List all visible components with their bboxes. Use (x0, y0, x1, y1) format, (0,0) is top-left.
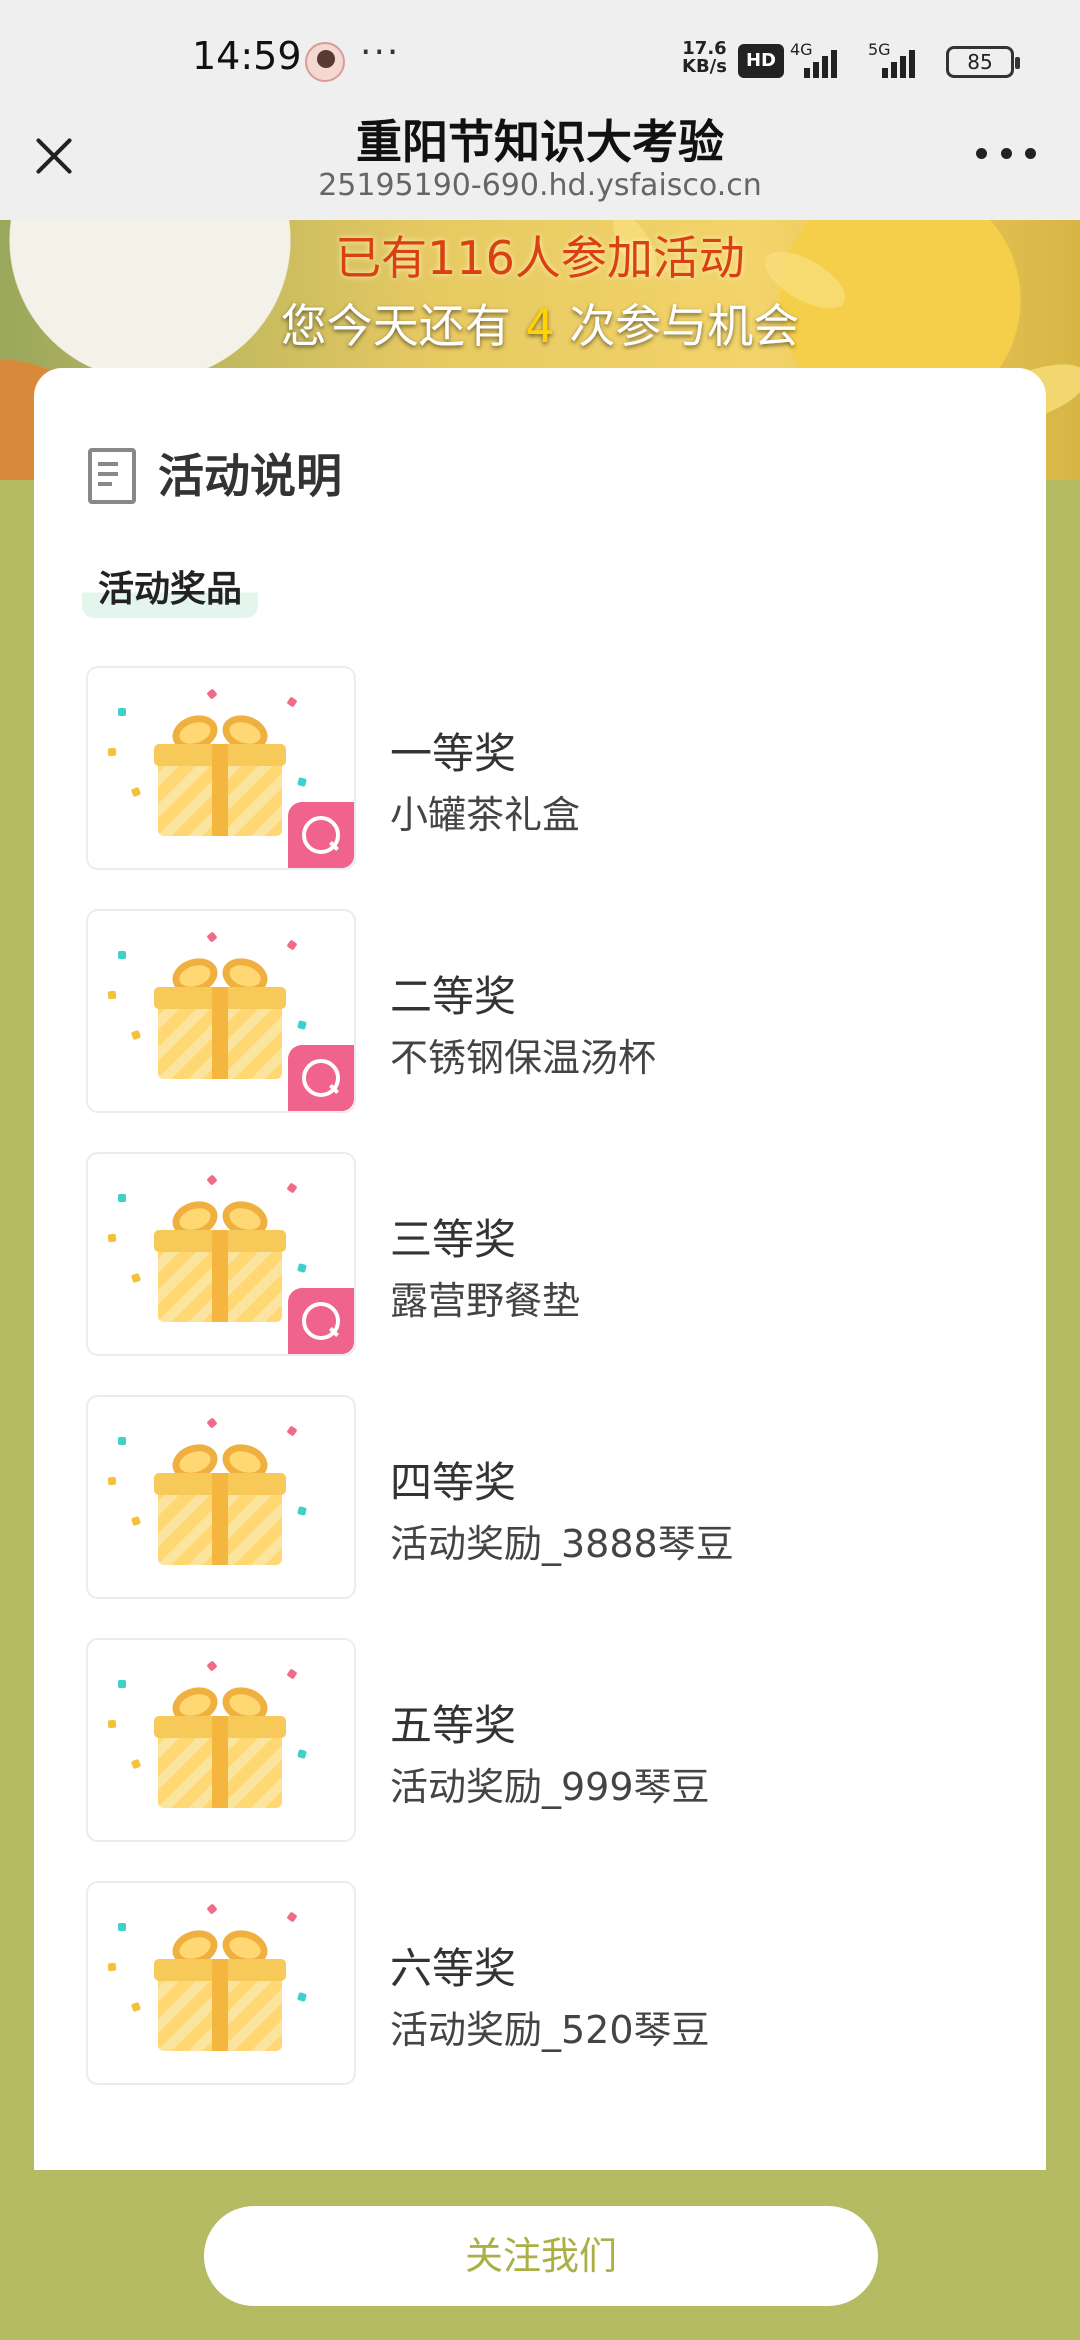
chances-suffix: 次参与机会 (569, 299, 800, 353)
prize-item[interactable]: 一等奖 小罐茶礼盒 (86, 666, 986, 870)
confetti-decoration (107, 1962, 117, 1972)
confetti-decoration (206, 1903, 218, 1915)
prizes-tag: 活动奖品 (82, 554, 259, 618)
prize-level: 四等奖 (390, 1458, 517, 1507)
confetti-decoration (118, 708, 126, 716)
prize-item[interactable]: 二等奖不锈钢保温汤杯 (86, 909, 986, 1113)
confetti-decoration (107, 747, 117, 757)
hd-icon: HD (738, 44, 784, 78)
more-notifications-icon: ··· (360, 32, 401, 73)
prize-name: 活动奖励_3888琴豆 (390, 1522, 734, 1566)
search-icon[interactable] (288, 1288, 354, 1354)
prize-image[interactable] (86, 1152, 356, 1356)
confetti-decoration (286, 939, 298, 951)
prize-item[interactable]: 四等奖活动奖励_3888琴豆 (86, 1395, 986, 1599)
page-url: 25195190-690.hd.ysfaisco.cn (318, 168, 762, 203)
section-title: 活动说明 (158, 449, 342, 503)
participant-count: 已有116人参加活动 (335, 231, 745, 285)
gift-box-icon (154, 1438, 286, 1565)
prize-level: 五等奖 (390, 1701, 517, 1750)
battery-icon: 85 (946, 46, 1020, 78)
remaining-chances: 您今天还有 4 次参与机会 (0, 290, 1080, 356)
prize-item[interactable]: 五等奖活动奖励_999琴豆 (86, 1638, 986, 1842)
confetti-decoration (297, 1506, 307, 1516)
page-title: 重阳节知识大考验 (356, 115, 724, 169)
confetti-decoration (107, 990, 117, 1000)
prize-name: 小罐茶礼盒 (390, 793, 581, 837)
prize-image[interactable] (86, 909, 356, 1113)
prize-level: 二等奖 (390, 972, 517, 1021)
prize-name: 活动奖励_520琴豆 (390, 2008, 710, 2052)
confetti-decoration (206, 1660, 218, 1672)
confetti-decoration (118, 1194, 126, 1202)
prize-name: 露营野餐垫 (390, 1279, 581, 1323)
network-speed-unit: KB/s (682, 56, 727, 77)
gift-box-icon (154, 709, 286, 836)
confetti-decoration (286, 696, 298, 708)
confetti-decoration (297, 1992, 307, 2002)
prize-level: 一等奖 (390, 729, 517, 778)
more-menu-icon[interactable] (976, 148, 1036, 168)
confetti-decoration (130, 1515, 142, 1527)
prize-item[interactable]: 六等奖活动奖励_520琴豆 (86, 1881, 986, 2085)
gift-box-icon (154, 1195, 286, 1322)
confetti-decoration (286, 1668, 298, 1680)
confetti-decoration (118, 1680, 126, 1688)
gift-box-icon (154, 952, 286, 1079)
confetti-decoration (118, 1923, 126, 1931)
confetti-decoration (297, 1263, 307, 1273)
confetti-decoration (130, 786, 142, 798)
confetti-decoration (286, 1911, 298, 1923)
status-time: 14:59 (192, 34, 302, 78)
prize-name: 不锈钢保温汤杯 (390, 1036, 657, 1080)
confetti-decoration (107, 1719, 117, 1729)
confetti-decoration (130, 1272, 142, 1284)
confetti-decoration (297, 1020, 307, 1030)
confetti-decoration (206, 1417, 218, 1429)
confetti-decoration (107, 1233, 117, 1243)
search-icon[interactable] (288, 802, 354, 868)
prize-item[interactable]: 三等奖 露营野餐垫 (86, 1152, 986, 1356)
activity-info-card: 活动说明 活动奖品 一等奖小罐茶礼盒二等奖不锈钢保温汤杯三等奖露营野餐垫四等奖活… (34, 368, 1046, 2170)
confetti-decoration (130, 1758, 142, 1770)
prize-level: 三等奖 (390, 1215, 517, 1264)
gift-box-icon (154, 1924, 286, 2051)
prize-name: 活动奖励_999琴豆 (390, 1765, 710, 1809)
confetti-decoration (297, 1749, 307, 1759)
confetti-decoration (118, 951, 126, 959)
prize-level: 六等奖 (390, 1944, 517, 1993)
confetti-decoration (206, 1174, 218, 1186)
confetti-decoration (206, 688, 218, 700)
nav-header: 重阳节知识大考验 25195190-690.hd.ysfaisco.cn (0, 100, 1080, 220)
confetti-decoration (130, 1029, 142, 1041)
confetti-decoration (286, 1182, 298, 1194)
prize-image[interactable] (86, 1395, 356, 1599)
confetti-decoration (130, 2001, 142, 2013)
network-speed: 17.6 KB/s (682, 40, 727, 76)
gift-box-icon (154, 1681, 286, 1808)
prize-image[interactable] (86, 1881, 356, 2085)
confetti-decoration (107, 1476, 117, 1486)
notification-avatar-icon (305, 42, 345, 82)
document-icon (84, 446, 138, 504)
prize-image[interactable] (86, 1638, 356, 1842)
prize-image[interactable] (86, 666, 356, 870)
confetti-decoration (206, 931, 218, 943)
confetti-decoration (286, 1425, 298, 1437)
section-header: 活动说明 (84, 440, 342, 506)
confetti-decoration (118, 1437, 126, 1445)
search-icon[interactable] (288, 1045, 354, 1111)
follow-us-button[interactable]: 关注我们 (204, 2206, 878, 2306)
chances-count: 4 (525, 299, 555, 353)
chances-prefix: 您今天还有 (280, 299, 511, 353)
confetti-decoration (297, 777, 307, 787)
